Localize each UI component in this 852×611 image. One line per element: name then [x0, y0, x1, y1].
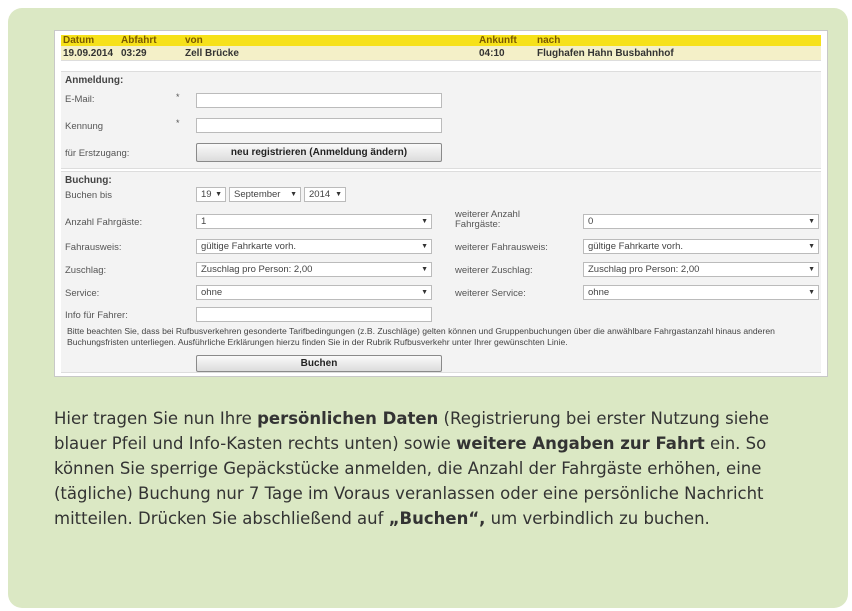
value-von: Zell Brücke: [185, 48, 239, 59]
fahrausweis-value: gültige Fahrkarte vorh.: [201, 241, 297, 252]
chevron-down-icon: ▼: [421, 243, 428, 250]
chevron-down-icon: ▼: [421, 289, 428, 296]
col-abfahrt: Abfahrt: [121, 35, 157, 46]
weitere-anzahl-value: 0: [588, 216, 594, 227]
anzahl-select[interactable]: 1 ▼: [196, 214, 432, 229]
service-label: Service:: [65, 288, 100, 299]
weitere-anzahl-select[interactable]: 0 ▼: [583, 214, 819, 229]
weiterer-zuschlag-label: weiterer Zuschlag:: [455, 265, 533, 276]
chevron-down-icon: ▼: [808, 218, 815, 225]
buchen-button[interactable]: Buchen: [196, 355, 442, 372]
zuschlag-select[interactable]: Zuschlag pro Person: 2,00 ▼: [196, 262, 432, 277]
col-von: von: [185, 35, 203, 46]
chevron-down-icon: ▼: [808, 266, 815, 273]
col-ankunft: Ankunft: [479, 35, 517, 46]
month-select[interactable]: September ▼: [229, 187, 301, 202]
trip-header-values: 19.09.2014 03:29 Zell Brücke 04:10 Flugh…: [61, 46, 821, 61]
weiterer-zuschlag-select[interactable]: Zuschlag pro Person: 2,00 ▼: [583, 262, 819, 277]
caption-bold-buchen: „Buchen“,: [388, 509, 486, 528]
kennung-label: Kennung: [65, 121, 104, 132]
email-field[interactable]: [196, 93, 442, 108]
month-value: September: [234, 189, 281, 200]
trip-header: Datum Abfahrt von Ankunft nach 19.09.201…: [61, 35, 821, 65]
weiterer-service-label: weiterer Service:: [455, 288, 526, 299]
zuschlag-label: Zuschlag:: [65, 265, 107, 276]
chevron-down-icon: ▼: [421, 266, 428, 273]
value-nach: Flughafen Hahn Busbahnhof: [537, 48, 674, 59]
weiterer-fahrausweis-value: gültige Fahrkarte vorh.: [588, 241, 684, 252]
instruction-text: Hier tragen Sie nun Ihre persönlichen Da…: [54, 406, 824, 531]
fahrausweis-label: Fahrausweis:: [65, 242, 122, 253]
anmeldung-title: Anmeldung:: [65, 75, 124, 86]
booking-note: Bitte beachten Sie, dass bei Rufbusverke…: [67, 326, 775, 347]
weiterer-fahrausweis-label: weiterer Fahrausweis:: [455, 242, 548, 253]
weiterer-service-select[interactable]: ohne ▼: [583, 285, 819, 300]
chevron-down-icon: ▼: [808, 243, 815, 250]
kennung-required-mark: *: [176, 118, 180, 128]
service-select[interactable]: ohne ▼: [196, 285, 432, 300]
chevron-down-icon: ▼: [335, 191, 342, 198]
weiterer-zuschlag-value: Zuschlag pro Person: 2,00: [588, 264, 700, 275]
caption-bold-weitere-angaben: weitere Angaben zur Fahrt: [456, 434, 705, 453]
chevron-down-icon: ▼: [808, 289, 815, 296]
buchung-title: Buchung:: [65, 175, 112, 186]
value-abfahrt: 03:29: [121, 48, 147, 59]
weitere-anzahl-label: weiterer Anzahl Fahrgäste:: [455, 209, 520, 230]
buchen-bis-label: Buchen bis: [65, 190, 113, 201]
year-value: 2014: [309, 189, 331, 200]
email-label: E-Mail:: [65, 94, 95, 105]
col-datum: Datum: [63, 35, 95, 46]
anzahl-value: 1: [201, 216, 207, 227]
kennung-field[interactable]: [196, 118, 442, 133]
info-fahrer-field[interactable]: [196, 307, 432, 322]
chevron-down-icon: ▼: [215, 191, 222, 198]
info-fahrer-label: Info für Fahrer:: [65, 310, 128, 321]
col-nach: nach: [537, 35, 561, 46]
caption-part-4: um verbindlich zu buchen.: [485, 509, 710, 528]
value-ankunft: 04:10: [479, 48, 505, 59]
chevron-down-icon: ▼: [290, 191, 297, 198]
day-select[interactable]: 19 ▼: [196, 187, 226, 202]
zuschlag-value: Zuschlag pro Person: 2,00: [201, 264, 313, 275]
service-value: ohne: [201, 287, 223, 298]
caption-part-1: Hier tragen Sie nun Ihre: [54, 409, 258, 428]
booking-form-screenshot: Datum Abfahrt von Ankunft nach 19.09.201…: [54, 30, 828, 377]
info-card: Datum Abfahrt von Ankunft nach 19.09.201…: [8, 8, 848, 608]
weiterer-fahrausweis-select[interactable]: gültige Fahrkarte vorh. ▼: [583, 239, 819, 254]
caption-bold-persoenliche-daten: persönlichen Daten: [257, 409, 439, 428]
erstzugang-label: für Erstzugang:: [65, 148, 130, 159]
register-button[interactable]: neu registrieren (Anmeldung ändern): [196, 143, 442, 162]
trip-header-labels: Datum Abfahrt von Ankunft nach: [61, 35, 821, 46]
anzahl-label: Anzahl Fahrgäste:: [65, 217, 143, 228]
year-select[interactable]: 2014 ▼: [304, 187, 346, 202]
anmeldung-section: Anmeldung: E-Mail: * Kennung * für Erstz…: [61, 71, 821, 169]
weiterer-service-value: ohne: [588, 287, 610, 298]
chevron-down-icon: ▼: [421, 218, 428, 225]
day-value: 19: [201, 189, 212, 200]
fahrausweis-select[interactable]: gültige Fahrkarte vorh. ▼: [196, 239, 432, 254]
value-datum: 19.09.2014: [63, 48, 114, 59]
email-required-mark: *: [176, 92, 180, 102]
